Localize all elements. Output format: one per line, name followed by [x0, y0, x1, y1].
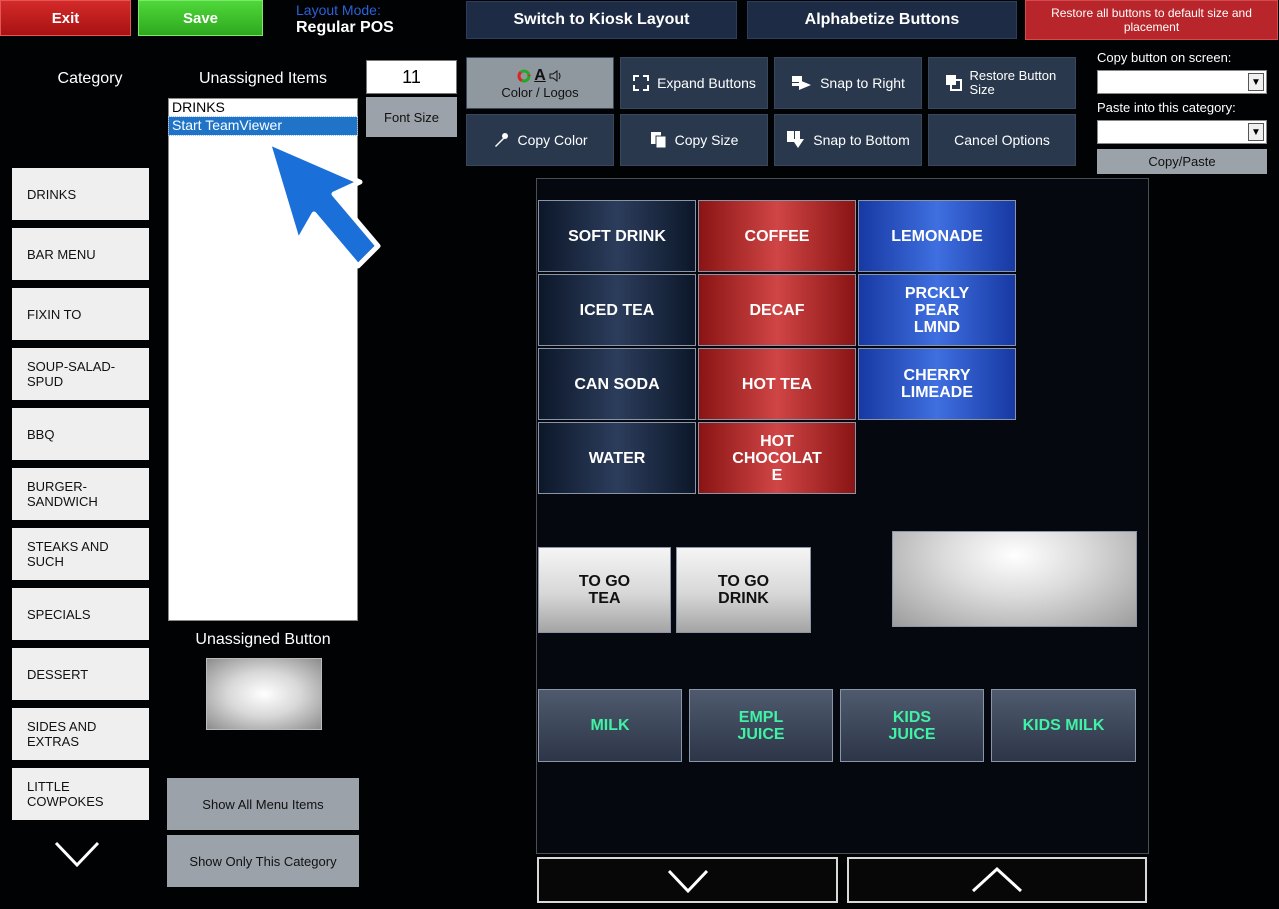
snap-bottom-label: Snap to Bottom	[813, 132, 910, 148]
category-item[interactable]: DRINKS	[12, 168, 149, 220]
eyedropper-icon	[495, 133, 509, 147]
snap-right-label: Snap to Right	[820, 75, 905, 91]
page-up-button[interactable]	[847, 857, 1147, 903]
category-scroll-down-icon[interactable]	[52, 835, 102, 875]
layout-mode-label: Layout Mode:	[296, 2, 381, 18]
menu-button[interactable]: HOT TEA	[698, 348, 856, 420]
category-item[interactable]: LITTLE COWPOKES	[12, 768, 149, 820]
menu-button[interactable]: CAN SODA	[538, 348, 696, 420]
exit-button[interactable]: Exit	[0, 0, 131, 36]
expand-buttons-button[interactable]: Expand Buttons	[620, 57, 768, 109]
unassigned-items-title: Unassigned Items	[198, 70, 328, 87]
category-item[interactable]: BURGER-SANDWICH	[12, 468, 149, 520]
copy-icon	[650, 132, 667, 149]
alphabetize-button[interactable]: Alphabetize Buttons	[747, 1, 1017, 39]
copy-size-label: Copy Size	[674, 132, 739, 148]
color-logos-label: Color / Logos	[501, 84, 579, 100]
category-item[interactable]: SOUP-SALAD-SPUD	[12, 348, 149, 400]
page-down-button[interactable]	[537, 857, 838, 903]
copy-color-label: Copy Color	[517, 132, 588, 148]
chevron-down-icon	[667, 869, 708, 894]
menu-button[interactable]: WATER	[538, 422, 696, 494]
snap-right-button[interactable]: Snap to Right	[774, 57, 922, 109]
copy-button-label: Copy button on screen:	[1097, 50, 1232, 65]
copy-color-button[interactable]: Copy Color	[466, 114, 614, 166]
copy-button-select[interactable]: ▼	[1097, 70, 1267, 94]
pointer-arrow-icon	[265, 140, 381, 269]
menu-button[interactable]: KIDS JUICE	[840, 689, 984, 762]
menu-button[interactable]: SOFT DRINK	[538, 200, 696, 272]
menu-button[interactable]: TO GO DRINK	[676, 547, 811, 633]
font-size-value[interactable]: 11	[366, 60, 457, 94]
list-item[interactable]: DRINKS	[169, 99, 357, 117]
menu-button[interactable]: DECAF	[698, 274, 856, 346]
show-only-category-button[interactable]: Show Only This Category	[167, 835, 359, 887]
layout-mode-value: Regular POS	[296, 19, 394, 36]
save-button[interactable]: Save	[138, 0, 263, 36]
menu-button[interactable]: PRCKLY PEAR LMND	[858, 274, 1016, 346]
snap-bottom-button[interactable]: Snap to Bottom	[774, 114, 922, 166]
category-item[interactable]: SIDES AND EXTRAS	[12, 708, 149, 760]
restore-size-icon	[945, 75, 962, 91]
menu-button[interactable]: ICED TEA	[538, 274, 696, 346]
unassigned-button-preview[interactable]	[206, 658, 322, 730]
restore-all-button[interactable]: Restore all buttons to default size and …	[1025, 0, 1278, 40]
cancel-options-label: Cancel Options	[954, 132, 1050, 148]
category-item[interactable]: BBQ	[12, 408, 149, 460]
show-all-menu-items-button[interactable]: Show All Menu Items	[167, 778, 359, 830]
cancel-options-button[interactable]: Cancel Options	[928, 114, 1076, 166]
switch-kiosk-button[interactable]: Switch to Kiosk Layout	[466, 1, 737, 39]
menu-button[interactable]: TO GO TEA	[538, 547, 671, 633]
menu-button[interactable]: LEMONADE	[858, 200, 1016, 272]
font-size-button[interactable]: Font Size	[366, 97, 457, 137]
menu-button[interactable]: EMPL JUICE	[689, 689, 833, 762]
menu-button[interactable]: MILK	[538, 689, 682, 762]
paste-category-select[interactable]: ▼	[1097, 120, 1267, 144]
arrow-down-icon	[787, 131, 805, 148]
speaker-icon	[549, 69, 561, 82]
layout-mode-indicator: Layout Mode: Regular POS	[296, 2, 456, 38]
dropdown-arrow-icon: ▼	[1248, 73, 1264, 91]
copy-paste-button[interactable]: Copy/Paste	[1097, 149, 1267, 174]
category-item[interactable]: SPECIALS	[12, 588, 149, 640]
expand-icon	[633, 75, 650, 91]
color-logos-icon: A	[517, 67, 563, 85]
color-logos-button[interactable]: A Color / Logos	[466, 57, 614, 109]
arrow-right-icon	[792, 76, 812, 90]
empty-menu-button[interactable]	[892, 531, 1137, 627]
copy-size-button[interactable]: Copy Size	[620, 114, 768, 166]
menu-button[interactable]: CHERRY LIMEADE	[858, 348, 1016, 420]
category-item[interactable]: FIXIN TO	[12, 288, 149, 340]
dropdown-arrow-icon: ▼	[1248, 123, 1264, 141]
menu-button[interactable]: COFFEE	[698, 200, 856, 272]
category-item[interactable]: STEAKS AND SUCH	[12, 528, 149, 580]
unassigned-button-title: Unassigned Button	[195, 631, 331, 648]
paste-category-label: Paste into this category:	[1097, 100, 1236, 115]
expand-buttons-label: Expand Buttons	[657, 75, 756, 91]
category-title: Category	[57, 70, 123, 87]
restore-button-size-button[interactable]: Restore Button Size	[928, 57, 1076, 109]
list-item-selected[interactable]: Start TeamViewer	[168, 116, 358, 136]
restore-button-size-label: Restore Button Size	[969, 68, 1057, 97]
menu-button[interactable]: KIDS MILK	[991, 689, 1136, 762]
chevron-up-icon	[971, 866, 1023, 893]
category-item[interactable]: DESSERT	[12, 648, 149, 700]
category-item[interactable]: BAR MENU	[12, 228, 149, 280]
menu-button[interactable]: HOT CHOCOLAT E	[698, 422, 856, 494]
font-color-icon: A	[534, 66, 546, 84]
